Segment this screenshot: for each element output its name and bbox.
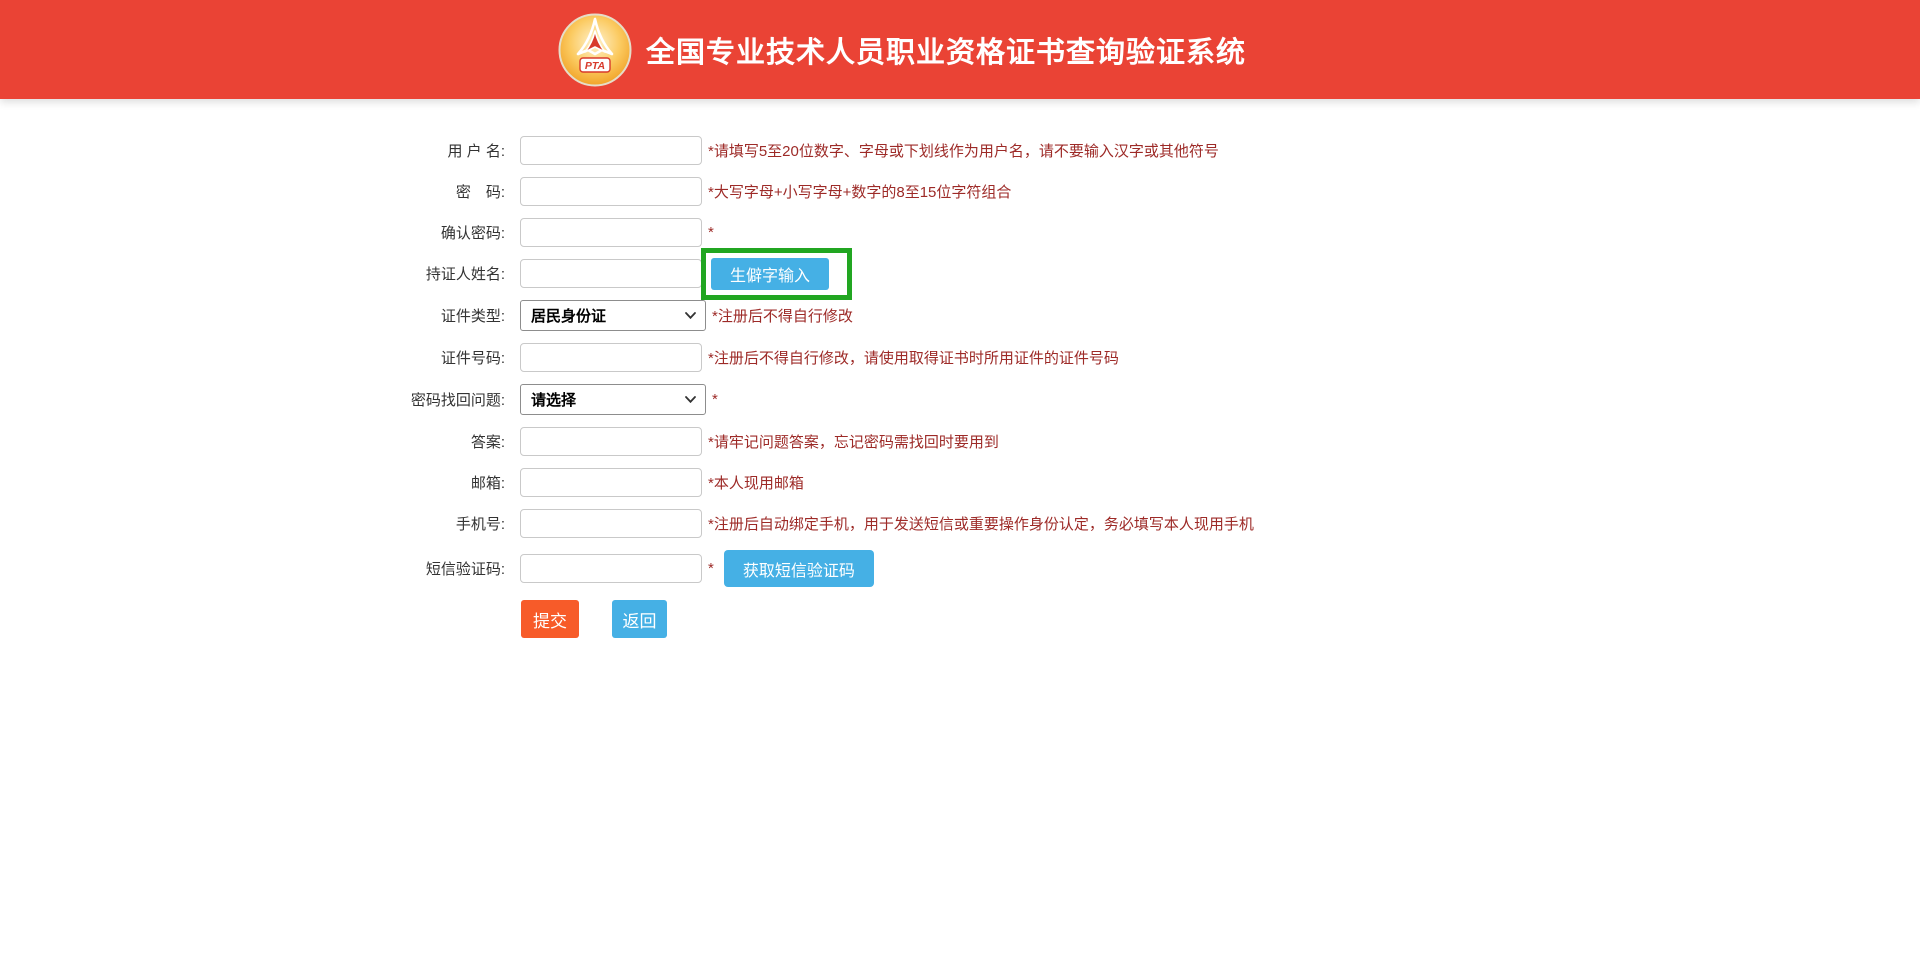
password-input[interactable] bbox=[520, 177, 702, 206]
recovery-question-select[interactable]: 请选择 bbox=[520, 384, 706, 415]
sms-code-label: 短信验证码: bbox=[0, 558, 505, 579]
form-row-id-number: 证件号码: *注册后不得自行修改，请使用取得证书时所用证件的证件号码 bbox=[0, 343, 1920, 372]
chevron-down-icon bbox=[685, 312, 696, 319]
holder-name-label: 持证人姓名: bbox=[0, 263, 505, 284]
username-label: 用 户 名: bbox=[0, 140, 505, 161]
answer-hint: *请牢记问题答案，忘记密码需找回时要用到 bbox=[708, 431, 999, 452]
id-number-label: 证件号码: bbox=[0, 347, 505, 368]
holder-name-input[interactable] bbox=[520, 259, 702, 288]
registration-form: 用 户 名: *请填写5至20位数字、字母或下划线作为用户名，请不要输入汉字或其他… bbox=[0, 99, 1920, 638]
email-label: 邮箱: bbox=[0, 472, 505, 493]
form-row-email: 邮箱: *本人现用邮箱 bbox=[0, 468, 1920, 497]
form-row-answer: 答案: *请牢记问题答案，忘记密码需找回时要用到 bbox=[0, 427, 1920, 456]
id-type-label: 证件类型: bbox=[0, 305, 505, 326]
form-row-mobile: 手机号: *注册后自动绑定手机，用于发送短信或重要操作身份认定，务必填写本人现用手… bbox=[0, 509, 1920, 538]
email-hint: *本人现用邮箱 bbox=[708, 472, 804, 493]
pta-logo-icon: PTA bbox=[558, 13, 632, 87]
id-number-input[interactable] bbox=[520, 343, 702, 372]
confirm-password-label: 确认密码: bbox=[0, 222, 505, 243]
mobile-hint: *注册后自动绑定手机，用于发送短信或重要操作身份认定，务必填写本人现用手机 bbox=[708, 513, 1254, 534]
form-row-username: 用 户 名: *请填写5至20位数字、字母或下划线作为用户名，请不要输入汉字或其他… bbox=[0, 136, 1920, 165]
sms-code-input[interactable] bbox=[520, 554, 702, 583]
id-type-select-value: 居民身份证 bbox=[531, 305, 606, 326]
username-hint: *请填写5至20位数字、字母或下划线作为用户名，请不要输入汉字或其他符号 bbox=[708, 140, 1219, 161]
form-actions: 提交 返回 bbox=[0, 600, 1920, 638]
recovery-question-select-value: 请选择 bbox=[531, 389, 576, 410]
get-sms-code-button[interactable]: 获取短信验证码 bbox=[724, 550, 874, 587]
brand: PTA 全国专业技术人员职业资格证书查询验证系统 bbox=[558, 13, 1246, 87]
form-row-holder-name: 持证人姓名: 生僻字输入 bbox=[0, 259, 1920, 288]
mobile-label: 手机号: bbox=[0, 513, 505, 534]
password-hint: *大写字母+小写字母+数字的8至15位字符组合 bbox=[708, 181, 1011, 202]
rare-char-highlight-box: 生僻字输入 bbox=[701, 248, 852, 300]
answer-label: 答案: bbox=[0, 431, 505, 452]
rare-char-input-button[interactable]: 生僻字输入 bbox=[711, 258, 829, 290]
submit-button[interactable]: 提交 bbox=[521, 600, 579, 638]
id-type-hint: *注册后不得自行修改 bbox=[712, 305, 853, 326]
confirm-password-input[interactable] bbox=[520, 218, 702, 247]
form-row-id-type: 证件类型: 居民身份证 *注册后不得自行修改 bbox=[0, 300, 1920, 331]
sms-code-hint: * bbox=[708, 560, 714, 577]
back-button[interactable]: 返回 bbox=[612, 600, 667, 638]
chevron-down-icon bbox=[685, 396, 696, 403]
confirm-password-hint: * bbox=[708, 224, 714, 241]
answer-input[interactable] bbox=[520, 427, 702, 456]
recovery-question-hint: * bbox=[712, 391, 718, 408]
username-input[interactable] bbox=[520, 136, 702, 165]
logo-text: PTA bbox=[585, 60, 605, 72]
page-title: 全国专业技术人员职业资格证书查询验证系统 bbox=[646, 29, 1246, 71]
form-rows: 用 户 名: *请填写5至20位数字、字母或下划线作为用户名，请不要输入汉字或其他… bbox=[0, 136, 1920, 587]
id-type-select[interactable]: 居民身份证 bbox=[520, 300, 706, 331]
email-input[interactable] bbox=[520, 468, 702, 497]
form-row-recovery-question: 密码找回问题: 请选择 * bbox=[0, 384, 1920, 415]
header: PTA 全国专业技术人员职业资格证书查询验证系统 bbox=[0, 0, 1920, 99]
mobile-input[interactable] bbox=[520, 509, 702, 538]
id-number-hint: *注册后不得自行修改，请使用取得证书时所用证件的证件号码 bbox=[708, 347, 1119, 368]
password-label: 密 码: bbox=[0, 181, 505, 202]
form-row-confirm-password: 确认密码: * bbox=[0, 218, 1920, 247]
recovery-question-label: 密码找回问题: bbox=[0, 389, 505, 410]
form-row-password: 密 码: *大写字母+小写字母+数字的8至15位字符组合 bbox=[0, 177, 1920, 206]
form-row-sms-code: 短信验证码: * 获取短信验证码 bbox=[0, 550, 1920, 587]
